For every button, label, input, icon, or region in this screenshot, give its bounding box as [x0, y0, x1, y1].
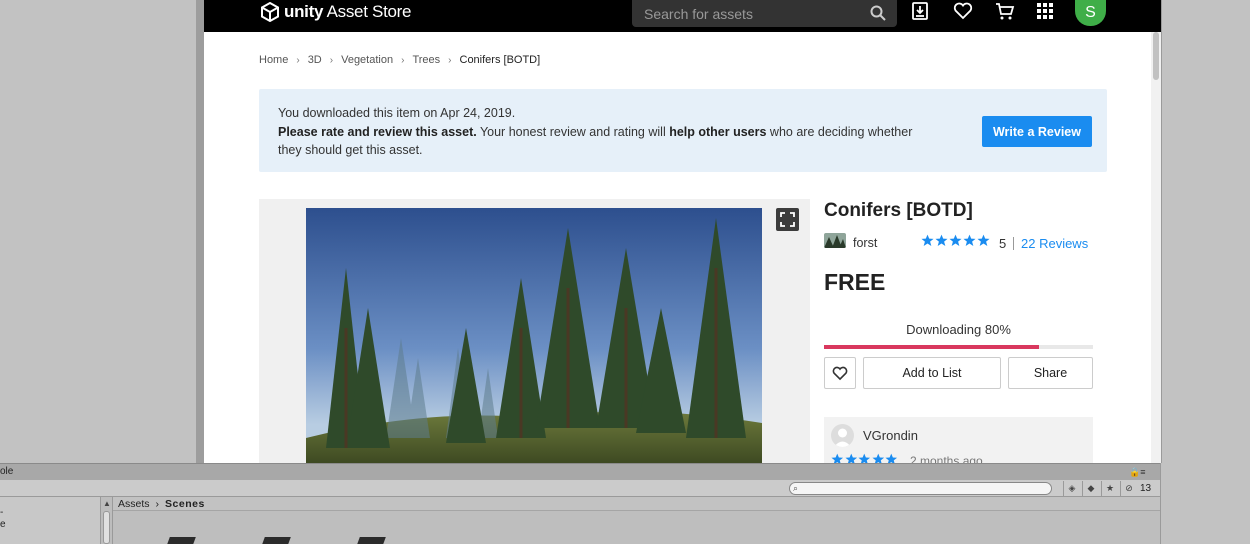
star-icon: [831, 453, 844, 463]
chevron-right-icon: ›: [448, 54, 452, 66]
page-scrollbar[interactable]: [1151, 32, 1161, 463]
reviewer-avatar: [831, 424, 854, 447]
fullscreen-icon[interactable]: [776, 208, 799, 231]
breadcrumb-current: Conifers [BOTD]: [459, 54, 541, 66]
logo-text: unity Asset Store: [284, 2, 412, 21]
add-to-list-button[interactable]: Add to List: [863, 357, 1001, 389]
review-stars: [831, 453, 898, 463]
star-icon: [935, 234, 948, 246]
star-icon: [977, 234, 990, 246]
download-review-notice: You downloaded this item on Apr 24, 2019…: [259, 89, 1107, 172]
notice-text: You downloaded this item on Apr 24, 2019…: [278, 104, 938, 160]
heart-icon[interactable]: [952, 0, 974, 22]
share-button[interactable]: Share: [1008, 357, 1093, 389]
lock-icon[interactable]: 🔒≡: [1129, 467, 1145, 478]
project-breadcrumb: Assets › Scenes: [118, 498, 205, 510]
project-toolbar: ⌕: [0, 480, 1160, 497]
editor-right-strip: [1160, 463, 1250, 544]
write-review-button[interactable]: Write a Review: [982, 116, 1092, 147]
wishlist-button[interactable]: [824, 357, 856, 389]
image-gallery: [259, 199, 810, 463]
search-input[interactable]: [632, 0, 862, 27]
favorite-star-icon[interactable]: ★: [1101, 481, 1118, 496]
editor-side-area: [1161, 0, 1250, 463]
project-panel: ole 🔒≡ ⌕ ◈ ◆ ★ ⊘ 13 - e ▲ Assets › Scene…: [0, 463, 1250, 544]
notice-line1: You downloaded this item on Apr 24, 2019…: [278, 106, 516, 120]
download-icon[interactable]: [909, 0, 931, 22]
scene-file-icon[interactable]: [261, 537, 291, 544]
scroll-up-arrow-icon[interactable]: ▲: [103, 499, 111, 508]
filter-label-icon[interactable]: ◆: [1082, 481, 1099, 496]
tree-scrollbar[interactable]: ▲: [101, 497, 113, 544]
hidden-packages-icon[interactable]: ⊘: [1120, 481, 1137, 496]
project-file-grid: [113, 510, 1160, 544]
unity-asset-store-logo[interactable]: unity Asset Store: [260, 0, 411, 24]
asset-preview-image[interactable]: [306, 208, 762, 463]
scene-file-icon[interactable]: [166, 537, 196, 544]
price: FREE: [824, 269, 886, 295]
reviews-link[interactable]: 22 Reviews: [1021, 236, 1088, 251]
panel-tab-bar: ole 🔒≡: [0, 463, 1160, 480]
star-icon: [949, 234, 962, 246]
filter-type-icon[interactable]: ◈: [1063, 481, 1080, 496]
breadcrumb-scenes[interactable]: Scenes: [165, 498, 205, 510]
breadcrumb-assets[interactable]: Assets: [118, 498, 150, 510]
review-time: 2 months ago: [910, 454, 983, 463]
unity-logo-icon: [261, 2, 279, 22]
user-avatar[interactable]: S: [1075, 0, 1106, 26]
star-icon: [885, 453, 898, 463]
publisher-name[interactable]: forst: [853, 236, 877, 250]
publisher-avatar[interactable]: [824, 233, 846, 248]
window-border: [196, 0, 204, 463]
search-icon: ⌕: [793, 483, 799, 493]
tree-item-label[interactable]: e: [0, 519, 6, 530]
asset-title: Conifers [BOTD]: [824, 200, 973, 221]
chevron-right-icon: ›: [296, 54, 300, 66]
star-icon: [921, 234, 934, 246]
download-progress-bar: [824, 345, 1093, 349]
project-search-input[interactable]: ⌕: [789, 482, 1052, 495]
breadcrumb-3d[interactable]: 3D: [308, 54, 322, 66]
breadcrumb-trees[interactable]: Trees: [412, 54, 440, 66]
star-icon: [858, 453, 871, 463]
chevron-right-icon: ›: [329, 54, 334, 66]
star-icon: [871, 453, 884, 463]
rating-value: 5: [999, 236, 1007, 251]
notice-line2: Please rate and review this asset. Your …: [278, 124, 913, 158]
hidden-count: 13: [1140, 483, 1152, 494]
apps-grid-icon[interactable]: [1034, 0, 1056, 22]
download-status: Downloading 80%: [906, 322, 1011, 337]
console-tab[interactable]: ole: [0, 466, 13, 477]
tree-scrollbar-thumb[interactable]: [103, 511, 110, 544]
download-progress-fill: [824, 345, 1040, 349]
asset-store-window: unity Asset Store S Home › 3D › Vegetati…: [204, 0, 1161, 463]
chevron-right-icon: ›: [155, 498, 160, 510]
chevron-right-icon: ›: [401, 54, 405, 66]
search-box: [632, 0, 897, 27]
top-nav-bar: unity Asset Store S: [204, 0, 1161, 32]
forest-scene-image: [306, 208, 762, 463]
tree-item[interactable]: -: [0, 507, 3, 518]
rating-divider: [1013, 237, 1014, 250]
breadcrumb-vegetation[interactable]: Vegetation: [341, 54, 393, 66]
search-icon[interactable]: [869, 4, 887, 22]
scene-file-icon[interactable]: [356, 537, 386, 544]
reviewer-name[interactable]: VGrondin: [863, 428, 918, 443]
rating-stars: [921, 234, 990, 247]
heart-icon: [832, 366, 848, 380]
breadcrumb-home[interactable]: Home: [259, 54, 288, 66]
breadcrumb: Home › 3D › Vegetation › Trees › Conifer…: [259, 54, 540, 66]
scrollbar-thumb[interactable]: [1153, 32, 1159, 80]
review-card: VGrondin 2 months ago: [824, 417, 1093, 463]
project-tree: - e: [0, 497, 101, 544]
star-icon: [844, 453, 857, 463]
star-icon: [963, 234, 976, 246]
cart-icon[interactable]: [994, 0, 1016, 22]
